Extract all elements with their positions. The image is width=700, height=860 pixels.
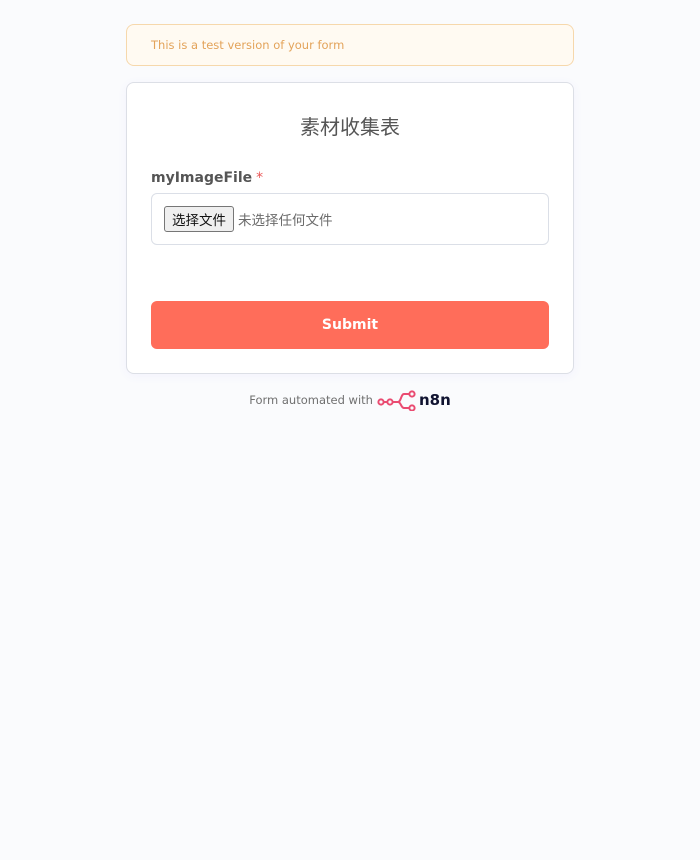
n8n-brand-text: n8n — [418, 391, 451, 409]
file-status-text: 未选择任何文件 — [238, 213, 333, 229]
n8n-link[interactable]: n8n — [377, 389, 451, 411]
form-card: 素材收集表 myImageFile * 选择文件 未选择任何文件 Submit — [126, 82, 574, 374]
field-label-myimagefile: myImageFile * — [151, 170, 263, 186]
field-label-text: myImageFile — [151, 170, 253, 186]
footer-text: Form automated with — [249, 393, 373, 407]
form-page: This is a test version of your form 素材收集… — [0, 0, 700, 860]
file-input-myimagefile[interactable]: 选择文件 未选择任何文件 — [151, 193, 549, 245]
choose-file-button[interactable]: 选择文件 — [164, 206, 234, 232]
n8n-logo-icon — [377, 390, 416, 411]
footer: Form automated with n8n — [0, 388, 700, 412]
required-asterisk: * — [256, 170, 264, 186]
form-title: 素材收集表 — [300, 115, 400, 139]
test-version-banner: This is a test version of your form — [126, 24, 574, 66]
submit-button[interactable]: Submit — [151, 301, 549, 349]
test-version-text: This is a test version of your form — [151, 38, 345, 52]
